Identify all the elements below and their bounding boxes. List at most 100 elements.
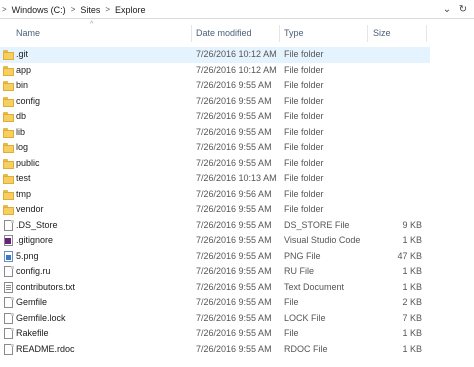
- file-type: File folder: [284, 111, 324, 121]
- file-row[interactable]: public 7/26/2016 9:55 AM File folder: [0, 156, 430, 172]
- file-date-modified: 7/26/2016 9:56 AM: [196, 188, 272, 199]
- file-size: [372, 47, 422, 63]
- file-row[interactable]: vendor 7/26/2016 9:55 AM File folder: [0, 202, 430, 218]
- breadcrumb-drive[interactable]: Windows (C:): [12, 5, 66, 15]
- folder-icon: [3, 204, 14, 215]
- file-type: PNG File: [284, 250, 321, 261]
- file-size: [372, 156, 422, 172]
- file-type: DS_STORE File: [284, 219, 350, 230]
- file-row[interactable]: Gemfile 7/26/2016 9:55 AM File 2 KB: [0, 295, 430, 311]
- file-date-modified: 7/26/2016 9:55 AM: [196, 157, 272, 168]
- file-type: File folder: [284, 80, 324, 90]
- file-type: File folder: [284, 188, 324, 199]
- file-type: File folder: [284, 64, 324, 75]
- address-dropdown-icon[interactable]: ⌄: [439, 2, 455, 17]
- file-row[interactable]: tmp 7/26/2016 9:56 AM File folder: [0, 187, 430, 203]
- folder-icon: [3, 127, 14, 138]
- column-header-date[interactable]: Date modified: [192, 24, 252, 43]
- folder-icon: [3, 65, 14, 76]
- file-size: 1 KB: [402, 281, 422, 292]
- file-name: 5.png: [16, 250, 39, 261]
- file-type: File folder: [284, 95, 324, 106]
- file-size: 2 KB: [402, 297, 422, 307]
- breadcrumb-explore[interactable]: Explore: [115, 5, 146, 15]
- address-bar[interactable]: > Windows (C:) > Sites > Explore ⌄ ↻: [0, 0, 474, 19]
- file-name: db: [16, 111, 27, 121]
- file-size: [372, 202, 422, 218]
- file-row[interactable]: Rakefile 7/26/2016 9:55 AM File 1 KB: [0, 326, 430, 342]
- folder-icon: [3, 80, 14, 91]
- file-date-modified: 7/26/2016 9:55 AM: [196, 312, 272, 323]
- file-size: 1 KB: [402, 266, 422, 276]
- file-date-modified: 7/26/2016 9:55 AM: [196, 266, 272, 276]
- file-size: 1 KB: [402, 343, 422, 354]
- column-header-size[interactable]: Size: [369, 24, 391, 43]
- file-row[interactable]: db 7/26/2016 9:55 AM File folder: [0, 109, 430, 125]
- file-row[interactable]: .DS_Store 7/26/2016 9:55 AM DS_STORE File 9…: [0, 218, 430, 234]
- file-type: File folder: [284, 204, 324, 214]
- column-header-name[interactable]: Name: [12, 24, 40, 43]
- file-type: File: [284, 328, 299, 338]
- column-divider[interactable]: [426, 25, 427, 42]
- file-date-modified: 7/26/2016 9:55 AM: [196, 343, 272, 354]
- file-name: config: [16, 95, 41, 106]
- file-type: Visual Studio Code: [284, 235, 361, 245]
- file-name: config.ru: [16, 266, 51, 276]
- file-name: .DS_Store: [16, 219, 58, 230]
- file-type: RDOC File: [284, 343, 328, 354]
- column-header-type[interactable]: Type: [280, 24, 304, 43]
- file-row[interactable]: test 7/26/2016 10:13 AM File folder: [0, 171, 430, 187]
- file-size: 1 KB: [402, 328, 422, 338]
- file-icon: [3, 219, 14, 231]
- file-date-modified: 7/26/2016 10:12 AM: [196, 64, 277, 75]
- file-date-modified: 7/26/2016 9:55 AM: [196, 111, 272, 121]
- file-date-modified: 7/26/2016 9:55 AM: [196, 235, 272, 245]
- file-row[interactable]: log 7/26/2016 9:55 AM File folder: [0, 140, 430, 156]
- file-name: vendor: [16, 204, 44, 214]
- breadcrumb-separator: >: [2, 5, 7, 14]
- file-date-modified: 7/26/2016 9:55 AM: [196, 80, 272, 90]
- file-row[interactable]: README.rdoc 7/26/2016 9:55 AM RDOC File 1 K…: [0, 342, 430, 358]
- sort-indicator-icon: ^: [90, 21, 94, 28]
- file-row[interactable]: .git 7/26/2016 10:12 AM File folder: [0, 47, 430, 63]
- file-row[interactable]: 5.png 7/26/2016 9:55 AM PNG File 47 KB: [0, 249, 430, 265]
- breadcrumb-separator: >: [70, 5, 76, 14]
- file-row[interactable]: contributors.txt 7/26/2016 9:55 AM Text Do…: [0, 280, 430, 296]
- file-type: Text Document: [284, 281, 345, 292]
- folder-icon: [3, 142, 14, 153]
- vscode-file-icon: [3, 235, 14, 246]
- column-divider[interactable]: [367, 25, 368, 42]
- file-name: app: [16, 64, 32, 75]
- file-icon: [3, 266, 14, 277]
- file-name: Gemfile.lock: [16, 312, 66, 323]
- column-headers: ^ Name Date modified Type Size: [0, 21, 474, 43]
- breadcrumb-sites[interactable]: Sites: [80, 5, 100, 15]
- address-actions: ⌄ ↻: [439, 2, 471, 17]
- folder-icon: [3, 189, 14, 200]
- file-size: [372, 109, 422, 125]
- file-row[interactable]: config 7/26/2016 9:55 AM File folder: [0, 94, 430, 110]
- file-name: Gemfile: [16, 297, 48, 307]
- file-name: public: [16, 157, 40, 168]
- file-icon: [3, 328, 14, 339]
- file-icon: [3, 343, 14, 355]
- file-name: Rakefile: [16, 328, 49, 338]
- file-date-modified: 7/26/2016 9:55 AM: [196, 219, 272, 230]
- file-size: [372, 63, 422, 79]
- folder-icon: [3, 49, 14, 60]
- file-date-modified: 7/26/2016 9:55 AM: [196, 281, 272, 292]
- file-date-modified: 7/26/2016 9:55 AM: [196, 204, 272, 214]
- file-row[interactable]: lib 7/26/2016 9:55 AM File folder: [0, 125, 430, 141]
- file-size: [372, 187, 422, 203]
- file-date-modified: 7/26/2016 9:55 AM: [196, 250, 272, 261]
- file-icon: [3, 312, 14, 324]
- file-row[interactable]: .gitignore 7/26/2016 9:55 AM Visual Studio…: [0, 233, 430, 249]
- file-row[interactable]: app 7/26/2016 10:12 AM File folder: [0, 63, 430, 79]
- file-size: 9 KB: [402, 219, 422, 230]
- file-row[interactable]: Gemfile.lock 7/26/2016 9:55 AM LOCK File 7 …: [0, 311, 430, 327]
- file-name: lib: [16, 126, 26, 137]
- file-row[interactable]: config.ru 7/26/2016 9:55 AM RU File 1 KB: [0, 264, 430, 280]
- refresh-icon[interactable]: ↻: [455, 2, 471, 17]
- file-row[interactable]: bin 7/26/2016 9:55 AM File folder: [0, 78, 430, 94]
- file-size: 7 KB: [402, 312, 422, 323]
